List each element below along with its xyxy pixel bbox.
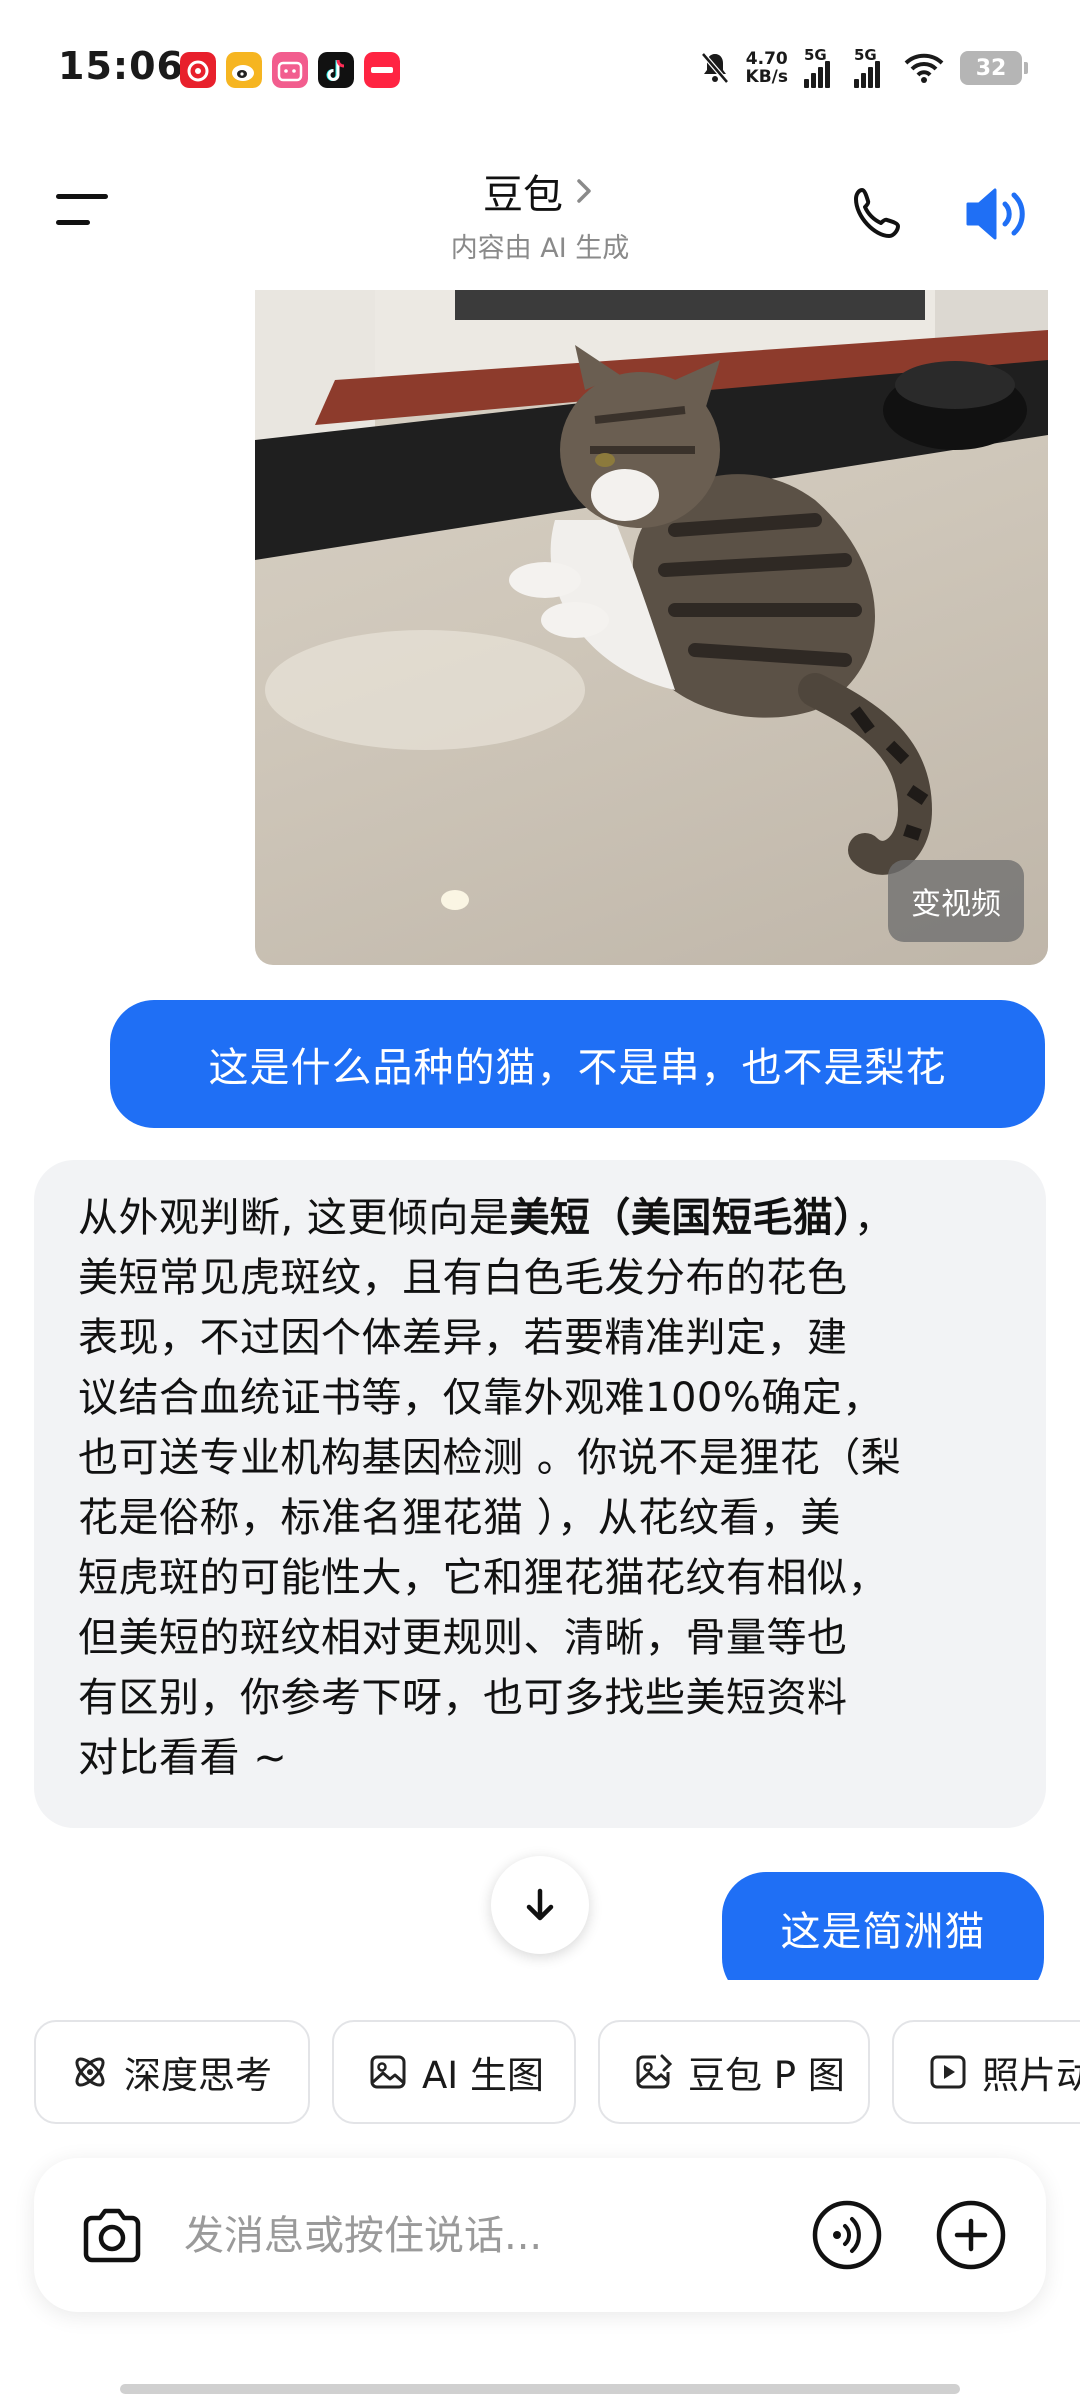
- image-icon: [370, 2055, 406, 2089]
- answer-line: 但美短的斑纹相对更规则、清晰，骨量等也: [78, 1615, 848, 1661]
- netease-music-icon: [180, 52, 216, 88]
- home-indicator[interactable]: [120, 2384, 960, 2394]
- menu-icon[interactable]: [50, 190, 114, 230]
- speaker-icon[interactable]: [962, 182, 1032, 246]
- signal-2-icon: 5G: [854, 46, 888, 88]
- sim1-type: 5G: [804, 46, 827, 64]
- chat-title: 豆包: [483, 172, 563, 218]
- battery-indicator: 32: [960, 51, 1028, 85]
- answer-line: 花是俗称，标准名狸花猫 ），从花纹看，美: [78, 1495, 841, 1541]
- xiaohongshu-icon: [364, 52, 400, 88]
- ai-generated-notice: 内容由 AI 生成: [450, 233, 630, 264]
- arrow-down-icon: [526, 1888, 554, 1921]
- chat-header: 豆包 内容由 AI 生成: [0, 140, 1080, 290]
- chevron-right-icon: [577, 179, 591, 203]
- douyin-icon: [318, 52, 354, 88]
- answer-line: 对比看看 ~: [78, 1735, 288, 1781]
- message-input[interactable]: [184, 2196, 824, 2276]
- voice-call-icon[interactable]: [810, 2198, 884, 2272]
- user-message[interactable]: 这是什么品种的猫，不是串，也不是梨花: [110, 1000, 1045, 1128]
- atom-icon: [75, 2057, 105, 2087]
- mute-bell-icon: [700, 52, 729, 84]
- status-time: 15:06: [58, 44, 184, 88]
- plus-icon[interactable]: [934, 2198, 1008, 2272]
- answer-line: 从外观判断, 这更倾向是美短（美国短毛猫），: [78, 1195, 895, 1241]
- bot-profile-link[interactable]: 豆包 内容由 AI 生成: [390, 162, 690, 265]
- scroll-to-bottom-button[interactable]: [491, 1856, 589, 1954]
- tool-label: AI 生图: [422, 2054, 544, 2097]
- tool-deep-thinking[interactable]: 深度思考: [34, 2020, 310, 2124]
- answer-line: 议结合血统证书等，仅靠外观难100%确定，: [78, 1375, 883, 1421]
- answer-line: 也可送专业机构基因检测 。你说不是狸花（梨: [78, 1435, 902, 1481]
- signal-1-icon: 5G: [804, 46, 838, 88]
- network-speed-unit: KB/s: [745, 67, 788, 87]
- answer-highlight: 美短（美国短毛猫）: [509, 1195, 854, 1241]
- sim2-type: 5G: [854, 46, 877, 64]
- user-message[interactable]: 这是简洲猫: [722, 1872, 1044, 1980]
- answer-line: 美短常见虎斑纹，且有白色毛发分布的花色: [78, 1255, 848, 1301]
- phone-call-icon[interactable]: [848, 184, 908, 244]
- camera-icon[interactable]: [76, 2200, 148, 2272]
- status-bar: 15:06 4.70 KB/s 5G 5G 32: [0, 0, 1080, 140]
- tool-photo-edit[interactable]: 豆包 P 图: [598, 2020, 870, 2124]
- tool-label: 深度思考: [124, 2054, 272, 2097]
- tool-label: 豆包 P 图: [688, 2054, 845, 2097]
- answer-line: 有区别，你参考下呀，也可多找些美短资料: [78, 1675, 848, 1721]
- status-right: 4.70 KB/s 5G 5G 32: [700, 46, 1028, 88]
- tool-label: 照片动: [982, 2054, 1080, 2097]
- answer-line: 短虎斑的可能性大，它和狸花猫花纹有相似，: [78, 1555, 888, 1601]
- tool-photo-animate[interactable]: 照片动: [892, 2020, 1080, 2124]
- quick-tools-bar[interactable]: 深度思考 AI 生图 豆包 P 图 照片动: [0, 2020, 1080, 2128]
- play-icon: [930, 2055, 966, 2089]
- assistant-message[interactable]: 从外观判断, 这更倾向是美短（美国短毛猫）， 美短常见虎斑纹，且有白色毛发分布的…: [34, 1160, 1046, 1828]
- network-speed-value: 4.70: [745, 49, 788, 69]
- notification-icons: [180, 52, 400, 88]
- network-speed: 4.70 KB/s: [746, 50, 788, 86]
- message-input-bar: [34, 2158, 1046, 2312]
- photo-edit-icon: [636, 2054, 673, 2089]
- answer-line: 表现，不过因个体差异，若要精准判定，建: [78, 1315, 848, 1361]
- bilibili-icon: [272, 52, 308, 88]
- chat-messages[interactable]: 变视频 这是什么品种的猫，不是串，也不是梨花 从外观判断, 这更倾向是美短（美国…: [0, 290, 1080, 1980]
- to-video-button[interactable]: 变视频: [888, 860, 1024, 942]
- tool-ai-image[interactable]: AI 生图: [332, 2020, 576, 2124]
- weibo-icon: [226, 52, 262, 88]
- wifi-icon: [904, 53, 944, 83]
